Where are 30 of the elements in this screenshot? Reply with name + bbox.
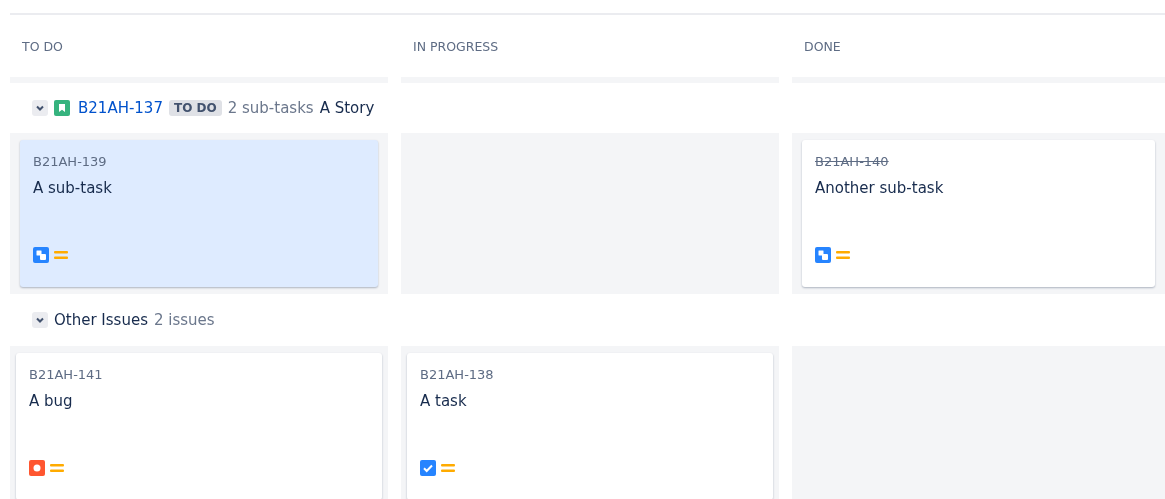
issue-link[interactable]: B21AH-137	[78, 99, 163, 117]
subtask-count: 2 sub-tasks	[227, 99, 314, 117]
issue-key: B21AH-138	[420, 367, 760, 382]
chevron-icon	[35, 315, 45, 325]
issue-key: B21AH-140	[815, 154, 1142, 169]
collapse-button[interactable]	[32, 100, 48, 116]
swimlane-title: Other Issues	[54, 311, 148, 329]
chevron-icon	[35, 103, 45, 113]
issue-count: 2 issues	[153, 311, 215, 329]
issue-summary: A sub-task	[33, 179, 113, 197]
issue-summary: A bug	[29, 392, 74, 410]
issue-card[interactable]: B21AH-140 Another sub-task	[802, 140, 1155, 287]
collapse-button[interactable]	[32, 312, 48, 328]
issue-card[interactable]: B21AH-138 A task	[407, 353, 773, 499]
issue-summary: A task	[420, 392, 468, 410]
issue-key: B21AH-141	[29, 367, 369, 382]
issue-summary: Another sub-task	[815, 179, 945, 197]
column-title: TO DO	[22, 38, 63, 54]
priority-icon	[49, 462, 65, 474]
issue-key: B21AH-139	[33, 154, 365, 169]
priority-icon	[835, 249, 851, 261]
column-title: DONE	[804, 38, 841, 54]
priority-icon	[440, 462, 456, 474]
issue-card[interactable]: B21AH-139 A sub-task	[20, 140, 378, 287]
bookmark-icon	[54, 100, 70, 116]
issue-card[interactable]: B21AH-141 A bug	[16, 353, 382, 499]
priority-icon	[53, 249, 69, 261]
status-lozenge: TO DO	[168, 100, 222, 116]
story-summary: A Story	[319, 99, 375, 117]
column-title: IN PROGRESS	[413, 38, 499, 54]
